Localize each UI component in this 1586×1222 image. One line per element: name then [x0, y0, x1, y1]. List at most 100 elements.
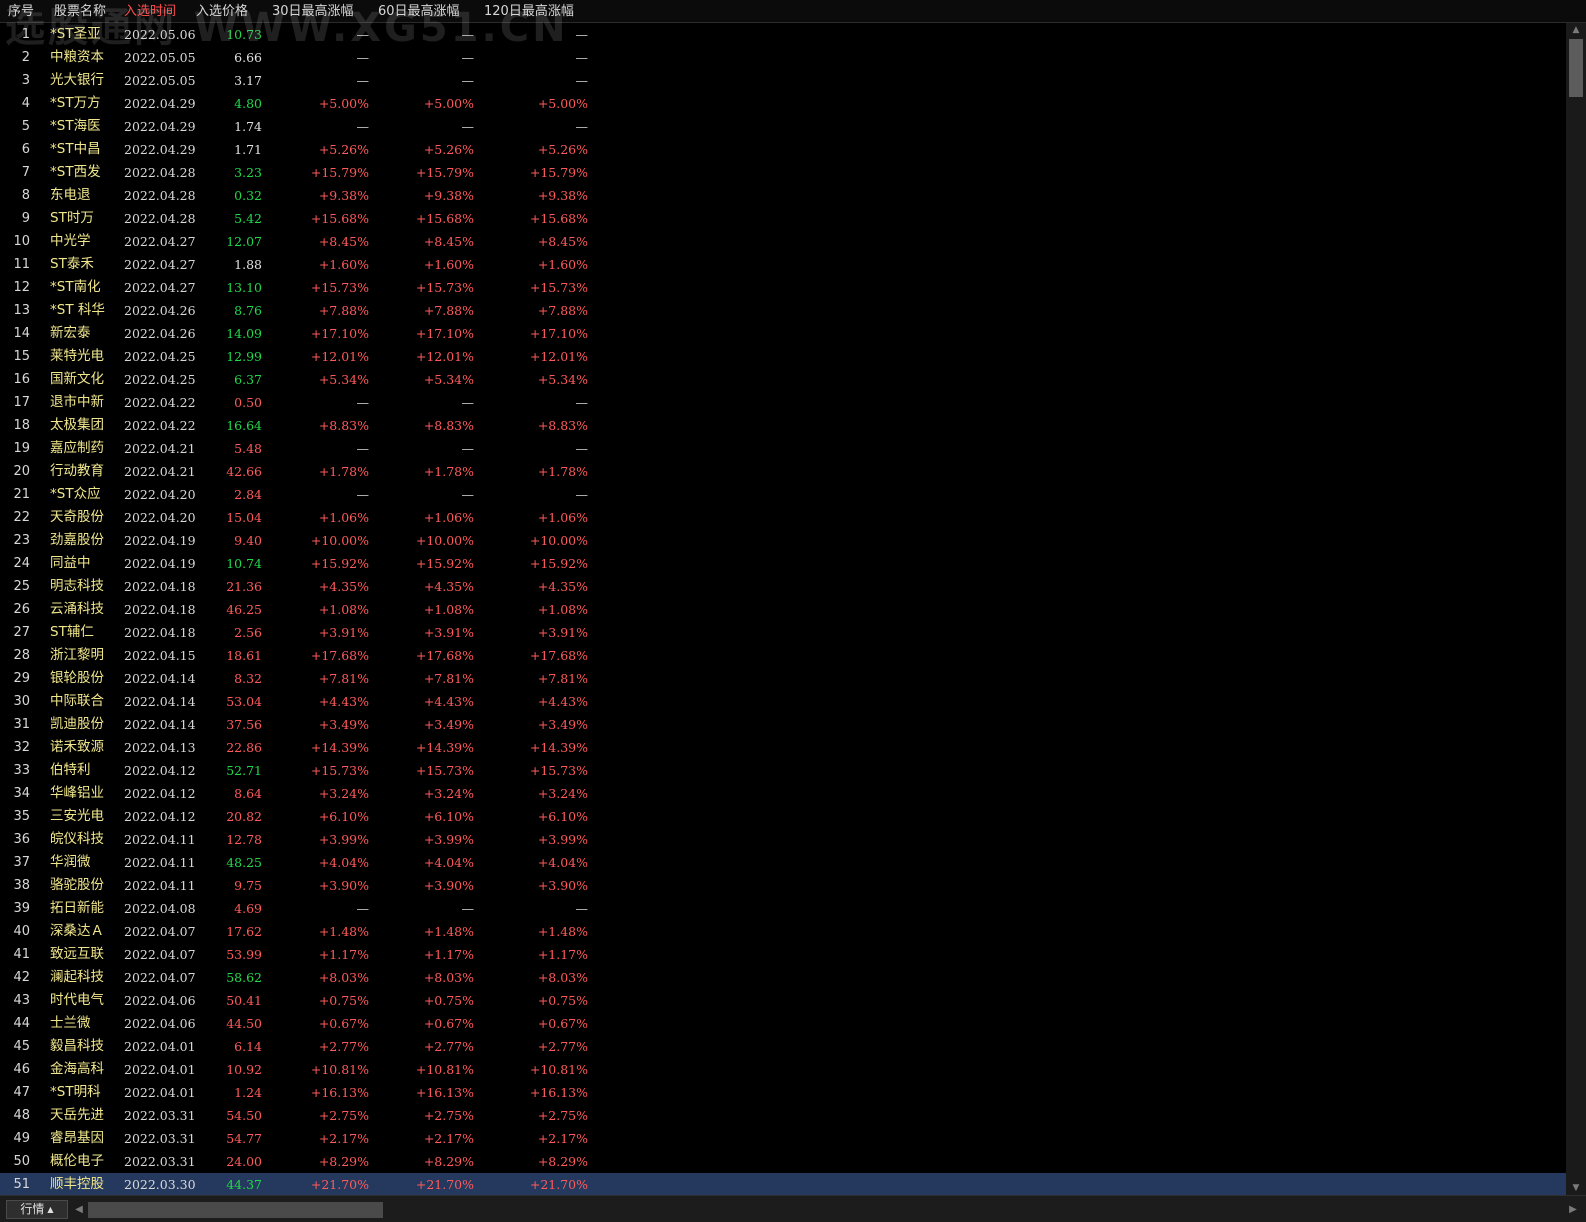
table-row[interactable]: 39 拓日新能 2022.04.08 4.69 — — —	[0, 897, 1566, 920]
table-row[interactable]: 15 莱特光电 2022.04.25 12.99 +12.01% +12.01% +12.0…	[0, 345, 1566, 368]
row-seq: 44	[13, 1016, 30, 1031]
table-row[interactable]: 21 *ST众应 2022.04.20 2.84 — — —	[0, 483, 1566, 506]
row-seq: 38	[13, 878, 30, 893]
header-30d-gain[interactable]: 30日最高涨幅	[272, 3, 354, 20]
table-row[interactable]: 12 *ST南化 2022.04.27 13.10 +15.73% +15.73% +15.…	[0, 276, 1566, 299]
table-row[interactable]: 44 士兰微 2022.04.06 44.50 +0.67% +0.67% +0.67%	[0, 1012, 1566, 1035]
stock-name: *ST南化	[50, 279, 101, 295]
scroll-right-icon[interactable]: ▶	[1566, 1201, 1580, 1218]
table-row[interactable]: 49 睿昂基因 2022.03.31 54.77 +2.17% +2.17% +2.17%	[0, 1127, 1566, 1150]
table-row[interactable]: 10 中光学 2022.04.27 12.07 +8.45% +8.45% +8.45%	[0, 230, 1566, 253]
select-date: 2022.04.15	[124, 648, 196, 663]
scroll-down-icon[interactable]: ▼	[1566, 1181, 1586, 1195]
gain-30d: +4.04%	[318, 855, 369, 870]
table-row-selected[interactable]: 51 顺丰控股 2022.03.30 44.37 +21.70% +21.70% +21.7…	[0, 1173, 1566, 1195]
table-row[interactable]: 3 光大银行 2022.05.05 3.17 — — —	[0, 69, 1566, 92]
table-row[interactable]: 48 天岳先进 2022.03.31 54.50 +2.75% +2.75% +2.75%	[0, 1104, 1566, 1127]
gain-120d: +3.24%	[537, 786, 588, 801]
row-seq: 7	[21, 165, 30, 180]
select-price: 24.00	[226, 1154, 262, 1169]
select-date: 2022.04.18	[124, 579, 196, 594]
select-price: 21.36	[226, 579, 262, 594]
row-seq: 22	[13, 510, 30, 525]
table-row[interactable]: 34 华峰铝业 2022.04.12 8.64 +3.24% +3.24% +3.24%	[0, 782, 1566, 805]
table-row[interactable]: 8 东电退 2022.04.28 0.32 +9.38% +9.38% +9.38%	[0, 184, 1566, 207]
table-row[interactable]: 1 *ST圣亚 2022.05.06 10.73 — — —	[0, 23, 1566, 46]
table-row[interactable]: 18 太极集团 2022.04.22 16.64 +8.83% +8.83% +8.83%	[0, 414, 1566, 437]
gain-120d: +1.06%	[537, 510, 588, 525]
gain-120d: +3.99%	[537, 832, 588, 847]
table-row[interactable]: 24 同益中 2022.04.19 10.74 +15.92% +15.92% +15.92…	[0, 552, 1566, 575]
header-60d-gain[interactable]: 60日最高涨幅	[378, 3, 460, 20]
gain-120d: +15.68%	[529, 211, 588, 226]
table-row[interactable]: 4 *ST万方 2022.04.29 4.80 +5.00% +5.00% +5.00%	[0, 92, 1566, 115]
table-row[interactable]: 5 *ST海医 2022.04.29 1.74 — — —	[0, 115, 1566, 138]
table-row[interactable]: 11 ST泰禾 2022.04.27 1.88 +1.60% +1.60% +1.60%	[0, 253, 1566, 276]
row-seq: 13	[13, 303, 30, 318]
table-row[interactable]: 25 明志科技 2022.04.18 21.36 +4.35% +4.35% +4.35%	[0, 575, 1566, 598]
select-price: 0.50	[234, 395, 262, 410]
select-date: 2022.04.01	[124, 1039, 196, 1054]
vertical-scroll-thumb[interactable]	[1569, 39, 1583, 97]
gain-60d: —	[461, 119, 475, 134]
table-row[interactable]: 41 致远互联 2022.04.07 53.99 +1.17% +1.17% +1.17%	[0, 943, 1566, 966]
table-row[interactable]: 46 金海高科 2022.04.01 10.92 +10.81% +10.81% +10.8…	[0, 1058, 1566, 1081]
gain-60d: —	[461, 73, 475, 88]
table-row[interactable]: 36 皖仪科技 2022.04.11 12.78 +3.99% +3.99% +3.99%	[0, 828, 1566, 851]
table-row[interactable]: 28 浙江黎明 2022.04.15 18.61 +17.68% +17.68% +17.6…	[0, 644, 1566, 667]
table-row[interactable]: 43 时代电气 2022.04.06 50.41 +0.75% +0.75% +0.75%	[0, 989, 1566, 1012]
table-row[interactable]: 17 退市中新 2022.04.22 0.50 — — —	[0, 391, 1566, 414]
table-row[interactable]: 33 伯特利 2022.04.12 52.71 +15.73% +15.73% +15.73…	[0, 759, 1566, 782]
gain-120d: —	[575, 901, 589, 916]
table-row[interactable]: 19 嘉应制药 2022.04.21 5.48 — — —	[0, 437, 1566, 460]
table-row[interactable]: 16 国新文化 2022.04.25 6.37 +5.34% +5.34% +5.34%	[0, 368, 1566, 391]
table-row[interactable]: 47 *ST明科 2022.04.01 1.24 +16.13% +16.13% +16.1…	[0, 1081, 1566, 1104]
table-row[interactable]: 31 凯迪股份 2022.04.14 37.56 +3.49% +3.49% +3.49%	[0, 713, 1566, 736]
table-row[interactable]: 2 中粮资本 2022.05.05 6.66 — — —	[0, 46, 1566, 69]
table-row[interactable]: 37 华润微 2022.04.11 48.25 +4.04% +4.04% +4.04%	[0, 851, 1566, 874]
vertical-scrollbar[interactable]: ▲ ▼	[1566, 23, 1586, 1195]
row-seq: 8	[21, 188, 30, 203]
table-row[interactable]: 42 澜起科技 2022.04.07 58.62 +8.03% +8.03% +8.03%	[0, 966, 1566, 989]
tab-market[interactable]: 行情 ▲	[6, 1200, 68, 1219]
table-row[interactable]: 9 ST时万 2022.04.28 5.42 +15.68% +15.68% +15.68%	[0, 207, 1566, 230]
stock-name: 毅昌科技	[50, 1038, 104, 1054]
select-date: 2022.04.20	[124, 487, 196, 502]
table-row[interactable]: 22 天奇股份 2022.04.20 15.04 +1.06% +1.06% +1.06%	[0, 506, 1566, 529]
scroll-up-icon[interactable]: ▲	[1566, 23, 1586, 37]
gain-60d: +21.70%	[415, 1177, 474, 1192]
scroll-left-icon[interactable]: ◀	[72, 1201, 86, 1218]
gain-60d: +16.13%	[415, 1085, 474, 1100]
stock-name: 伯特利	[50, 762, 91, 778]
table-row[interactable]: 30 中际联合 2022.04.14 53.04 +4.43% +4.43% +4.43%	[0, 690, 1566, 713]
stock-table: 1 *ST圣亚 2022.05.06 10.73 — — — 2 中粮资本 2022.05.05 6…	[0, 23, 1566, 1195]
table-row[interactable]: 40 深桑达Ａ 2022.04.07 17.62 +1.48% +1.48% +1.48%	[0, 920, 1566, 943]
table-row[interactable]: 35 三安光电 2022.04.12 20.82 +6.10% +6.10% +6.10%	[0, 805, 1566, 828]
header-120d-gain[interactable]: 120日最高涨幅	[484, 3, 574, 20]
table-row[interactable]: 29 银轮股份 2022.04.14 8.32 +7.81% +7.81% +7.81%	[0, 667, 1566, 690]
table-row[interactable]: 50 概伦电子 2022.03.31 24.00 +8.29% +8.29% +8.29%	[0, 1150, 1566, 1173]
table-row[interactable]: 45 毅昌科技 2022.04.01 6.14 +2.77% +2.77% +2.77%	[0, 1035, 1566, 1058]
table-row[interactable]: 13 *ST 科华 2022.04.26 8.76 +7.88% +7.88% +7.88%	[0, 299, 1566, 322]
horizontal-scroll-thumb[interactable]	[88, 1202, 383, 1218]
gain-30d: —	[356, 441, 370, 456]
table-row[interactable]: 27 ST辅仁 2022.04.18 2.56 +3.91% +3.91% +3.91%	[0, 621, 1566, 644]
table-row[interactable]: 26 云涌科技 2022.04.18 46.25 +1.08% +1.08% +1.08%	[0, 598, 1566, 621]
select-price: 54.50	[226, 1108, 262, 1123]
stock-name: *ST中昌	[50, 141, 101, 157]
select-date: 2022.04.11	[124, 878, 196, 893]
header-seq[interactable]: 序号	[8, 3, 34, 20]
header-select-time[interactable]: 入选时间	[124, 3, 176, 20]
table-row[interactable]: 14 新宏泰 2022.04.26 14.09 +17.10% +17.10% +17.10…	[0, 322, 1566, 345]
table-row[interactable]: 23 劲嘉股份 2022.04.19 9.40 +10.00% +10.00% +10.00…	[0, 529, 1566, 552]
table-row[interactable]: 20 行动教育 2022.04.21 42.66 +1.78% +1.78% +1.78%	[0, 460, 1566, 483]
table-row[interactable]: 38 骆驼股份 2022.04.11 9.75 +3.90% +3.90% +3.90%	[0, 874, 1566, 897]
header-stock-name[interactable]: 股票名称	[54, 3, 106, 20]
gain-120d: +3.90%	[537, 878, 588, 893]
table-row[interactable]: 6 *ST中昌 2022.04.29 1.71 +5.26% +5.26% +5.26%	[0, 138, 1566, 161]
gain-60d: +1.06%	[423, 510, 474, 525]
select-price: 6.66	[234, 50, 262, 65]
header-select-price[interactable]: 入选价格	[196, 3, 248, 20]
table-row[interactable]: 32 诺禾致源 2022.04.13 22.86 +14.39% +14.39% +14.3…	[0, 736, 1566, 759]
table-row[interactable]: 7 *ST西发 2022.04.28 3.23 +15.79% +15.79% +15.79…	[0, 161, 1566, 184]
